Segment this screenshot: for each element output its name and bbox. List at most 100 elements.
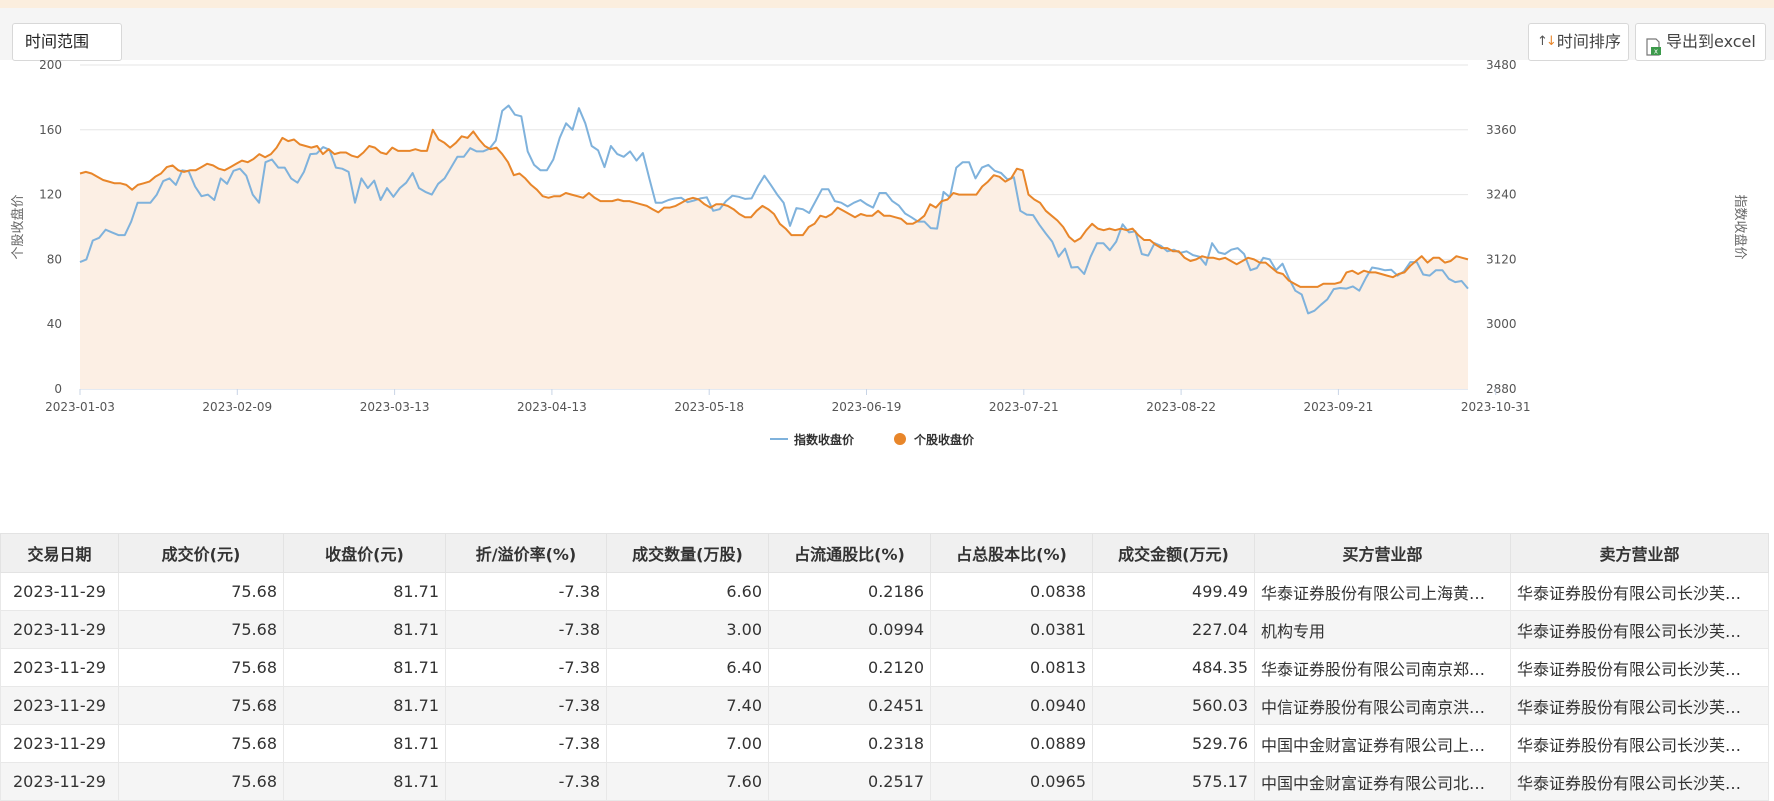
- table-row[interactable]: 2023-11-29 75.68 81.71 -7.38 3.00 0.0994 0.038…: [0, 610, 1769, 649]
- cell-buyer: 中信证券股份有限公司南京洪…: [1254, 686, 1511, 725]
- cell-seller: 华泰证券股份有限公司长沙芙…: [1510, 686, 1769, 725]
- x-tick-label: 2023-09-21: [1304, 400, 1374, 414]
- cell-seller: 华泰证券股份有限公司长沙芙…: [1510, 610, 1769, 649]
- x-tick-label: 2023-06-19: [832, 400, 902, 414]
- cell-trade-date: 2023-11-29: [0, 724, 119, 763]
- table-row[interactable]: 2023-11-29 75.68 81.71 -7.38 6.60 0.2186 0.083…: [0, 572, 1769, 611]
- y-left-tick-label: 120: [39, 188, 62, 202]
- col-header-buyer[interactable]: 买方营业部: [1254, 533, 1511, 573]
- cell-deal-price: 75.68: [118, 610, 284, 649]
- cell-volume: 7.60: [606, 762, 769, 801]
- legend-stock-label: 个股收盘价: [913, 432, 975, 447]
- toolbar: 时间范围 ↑↓ 时间排序 x 导出到excel: [0, 8, 1774, 61]
- cell-total-ratio: 0.0813: [930, 648, 1093, 687]
- col-header-close-price[interactable]: 收盘价(元): [283, 533, 446, 573]
- col-header-float-ratio[interactable]: 占流通股比(%): [768, 533, 931, 573]
- cell-close-price: 81.71: [283, 610, 446, 649]
- cell-premium-rate: -7.38: [445, 572, 607, 611]
- cell-trade-date: 2023-11-29: [0, 572, 119, 611]
- col-header-amount[interactable]: 成交金额(万元): [1092, 533, 1255, 573]
- cell-float-ratio: 0.2451: [768, 686, 931, 725]
- y-left-tick-label: 80: [47, 252, 62, 266]
- cell-float-ratio: 0.2517: [768, 762, 931, 801]
- cell-buyer: 中国中金财富证券有限公司北…: [1254, 762, 1511, 801]
- time-sort-label: 时间排序: [1556, 32, 1621, 51]
- col-header-volume[interactable]: 成交数量(万股): [606, 533, 769, 573]
- cell-close-price: 81.71: [283, 724, 446, 763]
- legend-stock-marker: [894, 433, 906, 445]
- time-range-button[interactable]: 时间范围: [12, 23, 122, 61]
- cell-deal-price: 75.68: [118, 762, 284, 801]
- x-tick-label: 2023-02-09: [202, 400, 272, 414]
- col-header-premium-rate[interactable]: 折/溢价率(%): [445, 533, 607, 573]
- y-right-tick-label: 2880: [1486, 382, 1517, 396]
- cell-buyer: 中国中金财富证券有限公司上…: [1254, 724, 1511, 763]
- cell-volume: 6.40: [606, 648, 769, 687]
- table-row[interactable]: 2023-11-29 75.68 81.71 -7.38 7.00 0.2318 0.088…: [0, 724, 1769, 763]
- y-left-tick-label: 0: [54, 382, 62, 396]
- table-row[interactable]: 2023-11-29 75.68 81.71 -7.38 7.60 0.2517 0.096…: [0, 762, 1769, 801]
- export-excel-label: 导出到excel: [1666, 32, 1756, 51]
- table-row[interactable]: 2023-11-29 75.68 81.71 -7.38 7.40 0.2451 0.094…: [0, 686, 1769, 725]
- cell-premium-rate: -7.38: [445, 724, 607, 763]
- cell-close-price: 81.71: [283, 648, 446, 687]
- cell-deal-price: 75.68: [118, 724, 284, 763]
- x-tick-label: 2023-04-13: [517, 400, 587, 414]
- cell-total-ratio: 0.0889: [930, 724, 1093, 763]
- cell-seller: 华泰证券股份有限公司长沙芙…: [1510, 724, 1769, 763]
- cell-premium-rate: -7.38: [445, 762, 607, 801]
- col-header-deal-price[interactable]: 成交价(元): [118, 533, 284, 573]
- x-tick-label: 2023-08-22: [1146, 400, 1216, 414]
- cell-amount: 575.17: [1092, 762, 1255, 801]
- top-accent-bar: [0, 0, 1774, 8]
- price-line-chart: 0 40 80 120 160 200 2880 3000 3120 3240 3360 3480 个股…: [10, 60, 1748, 447]
- cell-total-ratio: 0.0965: [930, 762, 1093, 801]
- cell-total-ratio: 0.0838: [930, 572, 1093, 611]
- x-tick-label: 2023-05-18: [674, 400, 744, 414]
- cell-total-ratio: 0.0940: [930, 686, 1093, 725]
- cell-deal-price: 75.68: [118, 648, 284, 687]
- y-right-tick-label: 3120: [1486, 252, 1517, 266]
- y-right-tick-label: 3240: [1486, 188, 1517, 202]
- cell-deal-price: 75.68: [118, 572, 284, 611]
- cell-float-ratio: 0.2318: [768, 724, 931, 763]
- cell-volume: 3.00: [606, 610, 769, 649]
- cell-float-ratio: 0.0994: [768, 610, 931, 649]
- block-trade-table: 交易日期 成交价(元) 收盘价(元) 折/溢价率(%) 成交数量(万股) 占流通…: [0, 533, 1769, 801]
- cell-buyer: 华泰证券股份有限公司南京郑…: [1254, 648, 1511, 687]
- cell-close-price: 81.71: [283, 572, 446, 611]
- x-tick-label: 2023-10-31: [1461, 400, 1531, 414]
- time-sort-button[interactable]: ↑↓ 时间排序: [1528, 23, 1629, 61]
- cell-buyer: 华泰证券股份有限公司上海黄…: [1254, 572, 1511, 611]
- cell-premium-rate: -7.38: [445, 610, 607, 649]
- table-row[interactable]: 2023-11-29 75.68 81.71 -7.38 6.40 0.2120 0.081…: [0, 648, 1769, 687]
- table-header-row: 交易日期 成交价(元) 收盘价(元) 折/溢价率(%) 成交数量(万股) 占流通…: [0, 533, 1769, 573]
- svg-text:x: x: [1654, 48, 1658, 56]
- y-left-tick-label: 160: [39, 123, 62, 137]
- cell-float-ratio: 0.2120: [768, 648, 931, 687]
- legend-index-label: 指数收盘价: [794, 432, 855, 447]
- x-tick-label: 2023-01-03: [45, 400, 115, 414]
- cell-amount: 484.35: [1092, 648, 1255, 687]
- cell-trade-date: 2023-11-29: [0, 762, 119, 801]
- cell-volume: 6.60: [606, 572, 769, 611]
- x-tick-label: 2023-07-21: [989, 400, 1059, 414]
- col-header-trade-date[interactable]: 交易日期: [0, 533, 119, 573]
- cell-amount: 529.76: [1092, 724, 1255, 763]
- sort-arrows-icon: ↑↓: [1537, 34, 1557, 49]
- cell-trade-date: 2023-11-29: [0, 686, 119, 725]
- cell-amount: 560.03: [1092, 686, 1255, 725]
- col-header-seller[interactable]: 卖方营业部: [1510, 533, 1769, 573]
- x-tick-label: 2023-03-13: [360, 400, 430, 414]
- y-left-tick-label: 40: [47, 317, 62, 331]
- cell-premium-rate: -7.38: [445, 686, 607, 725]
- y-right-tick-label: 3480: [1486, 60, 1517, 72]
- export-excel-button[interactable]: x 导出到excel: [1635, 23, 1766, 61]
- col-header-total-ratio[interactable]: 占总股本比(%): [930, 533, 1093, 573]
- cell-float-ratio: 0.2186: [768, 572, 931, 611]
- cell-buyer: 机构专用: [1254, 610, 1511, 649]
- cell-amount: 499.49: [1092, 572, 1255, 611]
- cell-trade-date: 2023-11-29: [0, 648, 119, 687]
- y-right-axis-title: 指数收盘价: [1732, 194, 1748, 259]
- excel-file-icon: x: [1644, 33, 1662, 56]
